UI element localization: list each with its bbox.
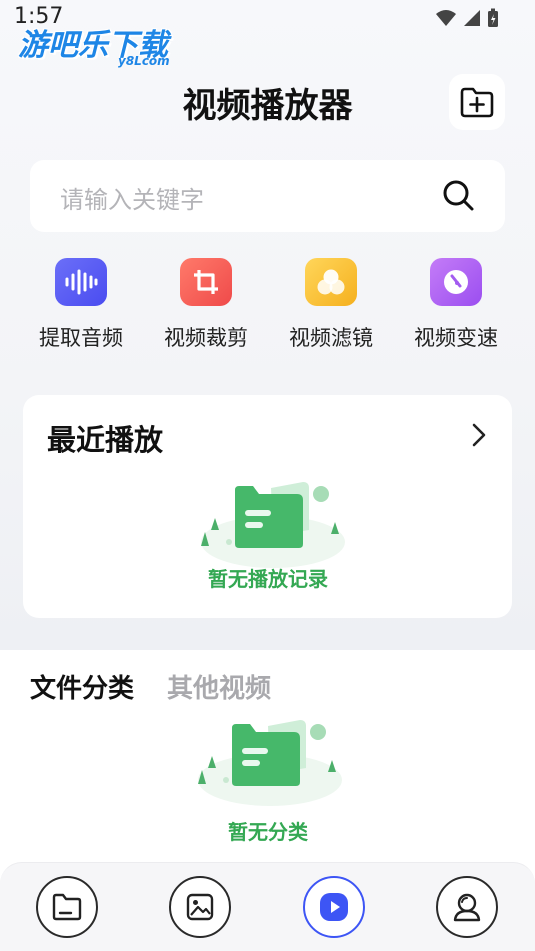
tool-video-speed[interactable]: 视频变速 (401, 258, 511, 352)
empty-folder-illustration (201, 482, 345, 568)
tab-file-category[interactable]: 文件分类 (30, 668, 134, 705)
nav-player[interactable] (303, 876, 365, 938)
empty-folder-illustration (198, 720, 342, 806)
chevron-right-icon[interactable] (472, 423, 486, 447)
folder-add-icon (460, 87, 494, 118)
tab-other-videos[interactable]: 其他视频 (167, 668, 271, 705)
tool-label: 提取音频 (39, 326, 123, 350)
tool-extract-audio[interactable]: 提取音频 (26, 258, 136, 352)
tool-label: 视频滤镜 (289, 326, 373, 350)
speed-icon (430, 258, 482, 306)
recent-empty-text: 暂无播放记录 (208, 567, 328, 591)
tool-video-crop[interactable]: 视频裁剪 (151, 258, 261, 352)
nav-gallery[interactable] (169, 876, 231, 938)
nav-files[interactable] (36, 876, 98, 938)
search-input[interactable]: 请输入关键字 (30, 160, 505, 232)
tool-grid: 提取音频 视频裁剪 视频滤镜 视频变速 (0, 258, 535, 358)
wifi-icon (436, 10, 456, 26)
image-icon (186, 893, 214, 921)
search-icon[interactable] (441, 178, 475, 212)
recent-title: 最近播放 (47, 423, 164, 457)
profile-icon (453, 893, 481, 922)
tool-label: 视频变速 (414, 326, 498, 350)
bottom-navigation (0, 862, 535, 951)
battery-icon (488, 8, 498, 27)
watermark-logo: 游吧乐下载 y8Lcom (18, 20, 188, 70)
filter-icon (305, 258, 357, 306)
recent-play-card: 最近播放 暂无播放记录 (23, 395, 512, 618)
search-placeholder: 请输入关键字 (60, 186, 204, 214)
play-icon (320, 893, 348, 921)
folder-icon (52, 893, 82, 921)
audio-wave-icon (55, 258, 107, 306)
tool-video-filter[interactable]: 视频滤镜 (276, 258, 386, 352)
category-empty-text: 暂无分类 (228, 820, 308, 844)
nav-profile[interactable] (436, 876, 498, 938)
crop-icon (180, 258, 232, 306)
new-folder-button[interactable] (449, 74, 505, 130)
category-section: 文件分类 其他视频 暂无分类 (0, 650, 535, 865)
cellular-signal-icon (464, 10, 480, 26)
status-icons (435, 8, 499, 28)
watermark-subtext: y8Lcom (118, 54, 170, 68)
tool-label: 视频裁剪 (164, 326, 248, 350)
